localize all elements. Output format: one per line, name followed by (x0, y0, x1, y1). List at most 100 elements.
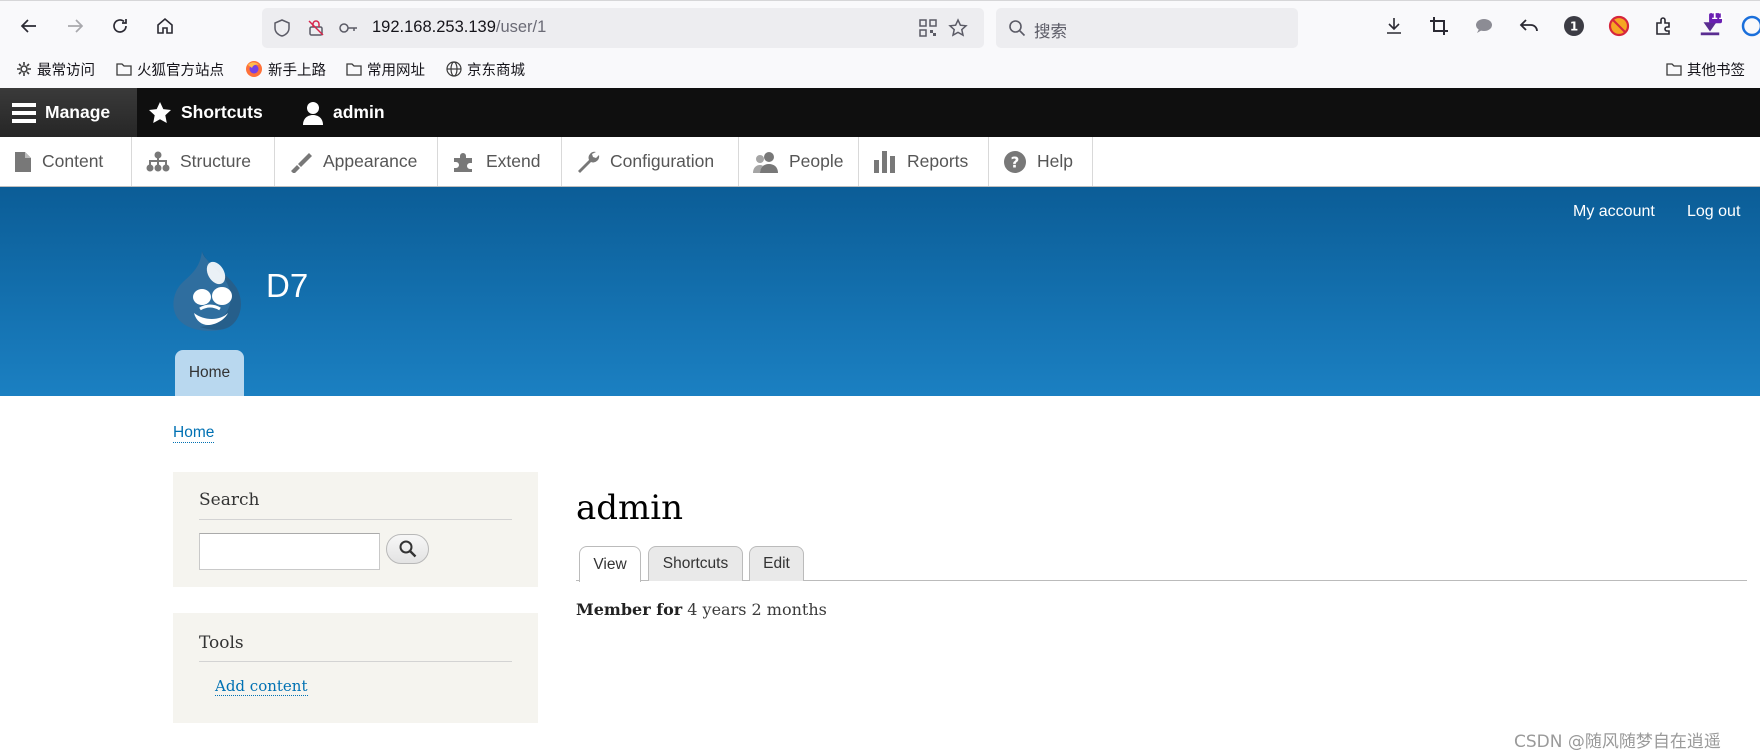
shortcuts-menu[interactable]: Shortcuts (148, 88, 263, 137)
paintbrush-icon (291, 152, 312, 173)
url-text[interactable]: 192.168.253.139/user/1 (372, 18, 546, 37)
search-input[interactable] (199, 533, 380, 570)
insecure-lock-icon[interactable] (306, 18, 326, 38)
bookmark-getting-started[interactable]: 新手上路 (245, 59, 326, 79)
profile-button[interactable] (1740, 14, 1760, 38)
chat-bubble-icon (1476, 19, 1492, 33)
file-icon (15, 151, 31, 172)
search-submit-button[interactable] (386, 534, 429, 564)
shield-icon[interactable] (272, 18, 292, 38)
folder-icon (116, 63, 132, 76)
blocker-extension-button[interactable] (1607, 14, 1631, 38)
chat-extension-button[interactable] (1472, 14, 1496, 38)
search-block: Search (173, 472, 538, 587)
add-content-link[interactable]: Add content (215, 678, 308, 696)
tools-block: Tools Add content (173, 613, 538, 723)
bookmark-label: 常用网址 (367, 62, 425, 79)
screenshot-button[interactable] (1427, 14, 1451, 38)
user-icon (303, 101, 323, 125)
puzzle-icon (1656, 17, 1670, 35)
undo-extension-button[interactable] (1517, 14, 1541, 38)
svg-text:?: ? (1011, 153, 1020, 171)
user-menu[interactable]: admin (302, 88, 385, 137)
no-tracking-icon (1608, 15, 1630, 37)
tab-shortcuts[interactable]: Shortcuts (648, 546, 743, 581)
globe-icon (446, 61, 462, 77)
manage-label: Manage (45, 102, 111, 122)
qr-code-icon[interactable] (918, 18, 938, 38)
search-block-title: Search (199, 490, 260, 510)
tray-label: Help (1037, 151, 1073, 171)
log-out-link[interactable]: Log out (1687, 203, 1740, 221)
shortcuts-label: Shortcuts (181, 102, 263, 122)
bookmarks-toolbar: 最常访问 火狐官方站点 新手上路 常用网址 京东商城 其他书签 (0, 50, 1760, 88)
drupal-logo[interactable] (172, 249, 246, 331)
tab-view[interactable]: View (579, 546, 641, 582)
download-icon (1387, 18, 1401, 34)
bookmark-label: 新手上路 (268, 62, 326, 79)
tray-structure[interactable]: Structure (132, 137, 275, 186)
tray-people[interactable]: People (739, 137, 859, 186)
tray-label: Reports (907, 151, 969, 171)
tray-label: Content (42, 151, 104, 171)
tray-help[interactable]: ? Help (989, 137, 1093, 186)
help-icon: ? (1004, 150, 1026, 173)
my-account-link[interactable]: My account (1573, 203, 1655, 221)
search-bar[interactable]: 搜索 (996, 8, 1298, 48)
bookmark-firefox-site[interactable]: 火狐官方站点 (116, 59, 224, 79)
url-bar[interactable]: 192.168.253.139/user/1 (262, 8, 984, 48)
undo-arrow-icon (1519, 19, 1538, 32)
bookmark-label: 最常访问 (37, 62, 95, 79)
bookmark-common-sites[interactable]: 常用网址 (346, 59, 425, 79)
tab-edit[interactable]: Edit (749, 546, 804, 581)
bookmark-label: 其他书签 (1687, 62, 1745, 79)
key-icon[interactable] (338, 18, 358, 38)
password-extension-button[interactable]: 1 (1562, 14, 1586, 38)
extensions-button[interactable] (1652, 14, 1676, 38)
tray-reports[interactable]: Reports (859, 137, 989, 186)
tray-content[interactable]: Content (0, 137, 132, 186)
badge-count: 11 (1711, 11, 1725, 22)
bookmark-other[interactable]: 其他书签 (1666, 59, 1745, 79)
tray-label: Configuration (610, 151, 715, 171)
tray-appearance[interactable]: Appearance (275, 137, 438, 186)
one-password-icon: 1 (1564, 16, 1584, 36)
bookmark-jd[interactable]: 京东商城 (446, 59, 525, 79)
browser-toolbar: 192.168.253.139/user/1 搜索 1 11 (0, 0, 1760, 50)
home-button[interactable] (150, 11, 180, 41)
site-header: My account Log out D7 Home (0, 187, 1760, 396)
download-helper-button[interactable]: 11 (1698, 11, 1725, 38)
url-host: 192.168.253.139 (372, 18, 496, 36)
reload-icon (113, 19, 127, 33)
tools-block-title: Tools (199, 633, 244, 653)
folder-icon (1666, 63, 1682, 76)
crop-icon (1430, 17, 1448, 35)
member-label: Member for (576, 600, 683, 619)
bar-chart-icon (874, 150, 895, 173)
tray-configuration[interactable]: Configuration (562, 137, 739, 186)
bookmark-star-icon[interactable] (948, 18, 968, 38)
gear-icon (17, 62, 31, 76)
bookmark-most-visited[interactable]: 最常访问 (16, 59, 95, 79)
url-path: /user/1 (495, 18, 547, 36)
tray-extend[interactable]: Extend (438, 137, 562, 186)
wrench-icon (578, 151, 600, 173)
tray-label: Structure (180, 151, 251, 171)
drupal-drop-icon (173, 251, 241, 331)
site-name[interactable]: D7 (266, 267, 308, 305)
page-title: admin (576, 488, 684, 528)
firefox-icon (246, 61, 262, 77)
downloads-button[interactable] (1382, 14, 1406, 38)
member-value: 4 years 2 months (687, 600, 827, 619)
back-button[interactable] (14, 11, 44, 41)
watermark: CSDN @随风随梦自在逍遥 (1514, 732, 1721, 752)
sitemap-icon (146, 151, 170, 171)
folder-icon (346, 63, 362, 76)
main-menu-home-tab[interactable]: Home (175, 350, 244, 396)
breadcrumb[interactable]: Home (173, 424, 215, 443)
forward-button[interactable] (60, 11, 90, 41)
member-for: Member for 4 years 2 months (576, 600, 827, 619)
manage-menu[interactable]: Manage (0, 88, 137, 137)
reload-button[interactable] (105, 11, 135, 41)
tray-label: Appearance (323, 151, 418, 171)
